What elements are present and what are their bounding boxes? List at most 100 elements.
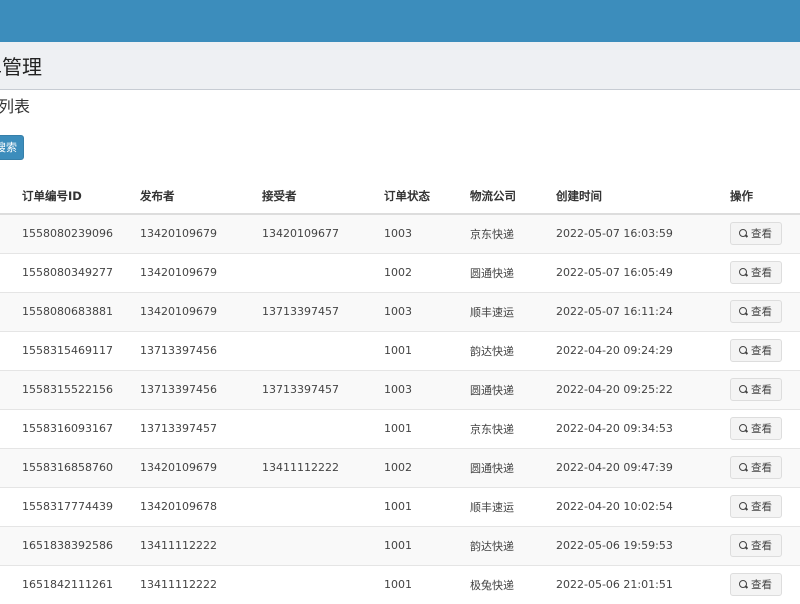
order-id-cell: 1558317774439 — [0, 486, 140, 526]
publisher-cell: 13713397456 — [140, 369, 262, 409]
order-id-cell: 1558315522156 — [0, 369, 140, 409]
status-cell: 1002 — [384, 447, 470, 487]
receiver-cell — [262, 564, 384, 604]
created-time-cell: 2022-05-07 16:11:24 — [556, 291, 730, 331]
status-cell: 1002 — [384, 252, 470, 292]
created-time-cell: 2022-04-20 09:24:29 — [556, 330, 730, 370]
publisher-cell: 13713397457 — [140, 408, 262, 448]
created-time-cell: 2022-05-07 16:05:49 — [556, 252, 730, 292]
logistics-company-cell: 京东快递 — [470, 408, 556, 448]
actions-cell: 查看 — [730, 525, 800, 565]
page-header: 单管理 — [0, 42, 800, 90]
search-icon — [739, 541, 748, 550]
column-header-order-id: 订单编号ID — [0, 178, 140, 215]
order-id-cell: 1558315469117 — [0, 330, 140, 370]
table-row: 1558080683881 13420109679 13713397457 1003 顺… — [0, 291, 800, 331]
publisher-cell: 13420109679 — [140, 447, 262, 487]
logistics-company-cell: 圆通快递 — [470, 447, 556, 487]
created-time-cell: 2022-05-07 16:03:59 — [556, 213, 730, 253]
table-row: 1558080349277 13420109679 1002 圆通快递 2022-05-… — [0, 252, 800, 292]
status-cell: 1001 — [384, 486, 470, 526]
view-button-label: 查看 — [751, 423, 772, 435]
order-id-cell: 1651842111261 — [0, 564, 140, 604]
receiver-cell — [262, 486, 384, 526]
view-button[interactable]: 查看 — [730, 300, 782, 323]
publisher-cell: 13420109678 — [140, 486, 262, 526]
receiver-cell: 13713397457 — [262, 369, 384, 409]
top-navbar — [0, 0, 800, 42]
actions-cell: 查看 — [730, 486, 800, 526]
search-icon — [739, 463, 748, 472]
search-icon — [739, 385, 748, 394]
view-button-label: 查看 — [751, 501, 772, 513]
view-button-label: 查看 — [751, 345, 772, 357]
page-title: 单管理 — [0, 55, 42, 79]
status-cell: 1001 — [384, 525, 470, 565]
column-header-actions: 操作 — [730, 178, 800, 215]
view-button-label: 查看 — [751, 462, 772, 474]
table-row: 1651838392586 13411112222 1001 韵达快递 2022-05-… — [0, 525, 800, 565]
view-button[interactable]: 查看 — [730, 534, 782, 557]
actions-cell: 查看 — [730, 291, 800, 331]
search-icon — [739, 307, 748, 316]
table-row: 1558080239096 13420109679 13420109677 1003 京… — [0, 213, 800, 253]
status-cell: 1003 — [384, 291, 470, 331]
receiver-cell — [262, 252, 384, 292]
search-icon — [739, 424, 748, 433]
status-cell: 1001 — [384, 408, 470, 448]
created-time-cell: 2022-05-06 21:01:51 — [556, 564, 730, 604]
orders-table: 订单编号ID 发布者 接受者 订单状态 物流公司 创建时间 操作 1558080… — [0, 178, 800, 604]
view-button[interactable]: 查看 — [730, 222, 782, 246]
order-id-cell: 1558316858760 — [0, 447, 140, 487]
view-button-label: 查看 — [751, 579, 772, 592]
search-icon — [739, 346, 748, 355]
status-cell: 1003 — [384, 213, 470, 253]
actions-cell: 查看 — [730, 213, 800, 253]
view-button[interactable]: 查看 — [730, 456, 782, 479]
receiver-cell — [262, 330, 384, 370]
column-header-created-time: 创建时间 — [556, 178, 730, 215]
view-button[interactable]: 查看 — [730, 261, 782, 284]
table-row: 1558315469117 13713397456 1001 韵达快递 2022-04-… — [0, 330, 800, 370]
table-row: 1558316858760 13420109679 13411112222 1002 圆… — [0, 447, 800, 487]
publisher-cell: 13713397456 — [140, 330, 262, 370]
actions-cell: 查看 — [730, 408, 800, 448]
section-title: 单列表 — [0, 97, 31, 116]
publisher-cell: 13411112222 — [140, 525, 262, 565]
created-time-cell: 2022-04-20 09:25:22 — [556, 369, 730, 409]
table-row: 1558317774439 13420109678 1001 顺丰速运 2022-04-… — [0, 486, 800, 526]
view-button-label: 查看 — [751, 228, 772, 241]
created-time-cell: 2022-05-06 19:59:53 — [556, 525, 730, 565]
view-button-label: 查看 — [751, 540, 772, 552]
table-header-row: 订单编号ID 发布者 接受者 订单状态 物流公司 创建时间 操作 — [0, 178, 800, 215]
view-button[interactable]: 查看 — [730, 417, 782, 440]
actions-cell: 查看 — [730, 447, 800, 487]
view-button[interactable]: 查看 — [730, 378, 782, 401]
view-button-label: 查看 — [751, 306, 772, 318]
view-button[interactable]: 查看 — [730, 495, 782, 518]
receiver-cell — [262, 525, 384, 565]
order-id-cell: 1558080683881 — [0, 291, 140, 331]
view-button[interactable]: 查看 — [730, 339, 782, 362]
publisher-cell: 13420109679 — [140, 252, 262, 292]
receiver-cell: 13411112222 — [262, 447, 384, 487]
publisher-cell: 13420109679 — [140, 213, 262, 253]
column-header-receiver: 接受者 — [262, 178, 384, 215]
receiver-cell: 13420109677 — [262, 213, 384, 253]
table-row: 1558315522156 13713397456 13713397457 1003 圆… — [0, 369, 800, 409]
orders-table-body: 1558080239096 13420109679 13420109677 1003 京… — [0, 213, 800, 604]
logistics-company-cell: 圆通快递 — [470, 369, 556, 409]
search-button[interactable]: 搜索 — [0, 135, 24, 160]
column-header-publisher: 发布者 — [140, 178, 262, 215]
search-icon — [739, 229, 748, 238]
column-header-status: 订单状态 — [384, 178, 470, 215]
status-cell: 1003 — [384, 369, 470, 409]
created-time-cell: 2022-04-20 09:47:39 — [556, 447, 730, 487]
created-time-cell: 2022-04-20 10:02:54 — [556, 486, 730, 526]
publisher-cell: 13420109679 — [140, 291, 262, 331]
view-button[interactable]: 查看 — [730, 573, 782, 597]
actions-cell: 查看 — [730, 564, 800, 604]
column-header-logistics-company: 物流公司 — [470, 178, 556, 215]
logistics-company-cell: 顺丰速运 — [470, 291, 556, 331]
order-id-cell: 1558080349277 — [0, 252, 140, 292]
